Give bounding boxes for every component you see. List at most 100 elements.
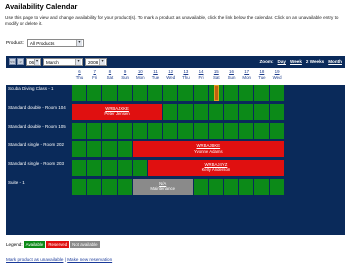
availability-cell[interactable] — [239, 103, 255, 120]
availability-cell[interactable] — [72, 141, 88, 158]
availability-cell[interactable] — [87, 85, 103, 101]
date-column-header[interactable]: 15 Sat — [209, 68, 224, 85]
availability-cell[interactable] — [208, 122, 224, 139]
availability-cell[interactable] — [148, 85, 164, 101]
zoom-controls: Zoom: Day Week 2 Weeks Month — [260, 59, 343, 64]
page-title: Availability Calendar — [5, 2, 78, 11]
legend: Legend: Available Reserved Not available — [6, 241, 100, 248]
date-column-header[interactable]: 16 Sun — [224, 68, 239, 85]
calendar-toolbar: << > 06 ▼ March ▼ 2008 ▼ Zoom: Day Week … — [6, 56, 345, 68]
availability-cell[interactable] — [72, 160, 88, 177]
availability-cell[interactable] — [254, 179, 270, 195]
availability-cell[interactable] — [102, 160, 118, 177]
availability-cell[interactable] — [239, 179, 255, 195]
availability-cell[interactable] — [178, 122, 194, 139]
next-button[interactable]: > — [17, 58, 24, 65]
availability-cell[interactable] — [239, 122, 255, 139]
date-column-header[interactable]: 10 Mon — [133, 68, 148, 85]
make-reservation-link[interactable]: Make new reservation — [67, 257, 112, 262]
reservation-block[interactable]: WRBAJBKE Yvonne Adams — [132, 141, 284, 158]
date-column-header[interactable]: 8 Sat — [102, 68, 117, 85]
availability-cell[interactable] — [117, 85, 133, 101]
date-column-header[interactable]: 6 Thu — [72, 68, 87, 85]
month-select[interactable]: March ▼ — [43, 58, 83, 66]
reservation-block[interactable]: WRBAJXKE Peter Jensen — [72, 103, 163, 120]
availability-cell[interactable] — [208, 103, 224, 120]
availability-cell[interactable] — [87, 179, 103, 195]
availability-cell[interactable] — [163, 103, 179, 120]
availability-cell[interactable] — [224, 85, 240, 101]
calendar-row: Standard double - Room 104 WRBAJXKE Peter … — [6, 103, 345, 122]
zoom-day-link[interactable]: Day — [278, 59, 286, 64]
availability-cell[interactable] — [208, 179, 224, 195]
zoom-week-link[interactable]: Week — [290, 59, 302, 64]
availability-cell[interactable] — [193, 103, 209, 120]
availability-cell[interactable] — [102, 85, 118, 101]
product-name: Standard single - Room 203 — [6, 160, 71, 178]
date-weekday: Fri — [198, 74, 204, 80]
mark-unavailable-link[interactable]: Mark product as unavailable — [6, 257, 63, 262]
calendar-row: Standard single - Room 203 WRBAJ4YZ Kelly … — [6, 160, 345, 178]
availability-cell[interactable] — [269, 122, 285, 139]
date-column-header[interactable]: 12 Wed — [163, 68, 178, 85]
calendar-row: Standard double - Room 105 — [6, 122, 345, 141]
availability-cell[interactable] — [224, 179, 240, 195]
availability-cell[interactable] — [178, 103, 194, 120]
availability-cell[interactable] — [193, 122, 209, 139]
availability-cell[interactable] — [132, 160, 148, 177]
date-column-header[interactable]: 11 Tue — [148, 68, 163, 85]
availability-cell[interactable] — [102, 141, 118, 158]
availability-cell[interactable] — [239, 85, 255, 101]
product-name: Suite - 1 — [6, 179, 71, 196]
availability-cell[interactable] — [254, 122, 270, 139]
availability-cell[interactable] — [193, 179, 209, 195]
guest-name: Peter Jensen — [104, 111, 130, 116]
availability-cell[interactable] — [193, 85, 209, 101]
maintenance-block[interactable]: N/A Maintenance — [132, 179, 193, 195]
zoom-month-link[interactable]: Month — [328, 59, 342, 64]
day-select[interactable]: 06 ▼ — [26, 58, 41, 66]
prev-button[interactable]: << — [9, 58, 16, 65]
availability-cell[interactable] — [87, 160, 103, 177]
availability-cell[interactable] — [87, 122, 103, 139]
date-column-header[interactable]: 13 Thu — [178, 68, 193, 85]
date-column-header[interactable]: 14 Fri — [194, 68, 209, 85]
availability-cell[interactable] — [132, 85, 148, 101]
availability-cell[interactable] — [148, 122, 164, 139]
availability-cell[interactable] — [72, 179, 88, 195]
date-weekday: Tue — [151, 74, 160, 80]
availability-cell[interactable] — [269, 85, 285, 101]
guest-name: Kelly Anderson — [201, 167, 231, 173]
availability-cell[interactable] — [132, 122, 148, 139]
availability-cell[interactable] — [224, 103, 240, 120]
date-column-header[interactable]: 18 Tue — [254, 68, 269, 85]
reservation-block[interactable]: WRBAJ4YZ Kelly Anderson — [148, 160, 284, 177]
availability-cell[interactable] — [117, 179, 133, 195]
availability-cell[interactable] — [269, 103, 285, 120]
availability-cell[interactable] — [254, 85, 270, 101]
availability-cell[interactable] — [72, 122, 88, 139]
availability-cell[interactable] — [117, 141, 133, 158]
date-header: 6 Thu 7 Fri 8 Sat 9 Sun 10 Mon 11 Tue 12 Wed 13 Thu 14 Fr… — [6, 68, 345, 85]
date-column-header[interactable]: 7 Fri — [87, 68, 102, 85]
availability-cell[interactable] — [163, 85, 179, 101]
availability-cell[interactable] — [72, 85, 88, 101]
availability-cell[interactable] — [269, 179, 285, 195]
chevron-down-icon: ▼ — [34, 59, 39, 65]
date-column-header[interactable]: 19 Wed — [270, 68, 285, 85]
date-column-header[interactable]: 9 Sun — [118, 68, 133, 85]
availability-cell[interactable] — [224, 122, 240, 139]
product-select[interactable]: All Products ▼ — [26, 39, 84, 47]
availability-cell[interactable] — [117, 160, 133, 177]
year-select[interactable]: 2008 ▼ — [85, 58, 107, 66]
availability-cell[interactable] — [102, 122, 118, 139]
guest-name: Maintenance — [150, 186, 175, 192]
availability-cell[interactable] — [254, 103, 270, 120]
small-booking-marker[interactable] — [213, 85, 219, 101]
availability-cell[interactable] — [117, 122, 133, 139]
availability-cell[interactable] — [178, 85, 194, 101]
availability-cell[interactable] — [87, 141, 103, 158]
date-column-header[interactable]: 17 Mon — [239, 68, 254, 85]
availability-cell[interactable] — [102, 179, 118, 195]
availability-cell[interactable] — [163, 122, 179, 139]
